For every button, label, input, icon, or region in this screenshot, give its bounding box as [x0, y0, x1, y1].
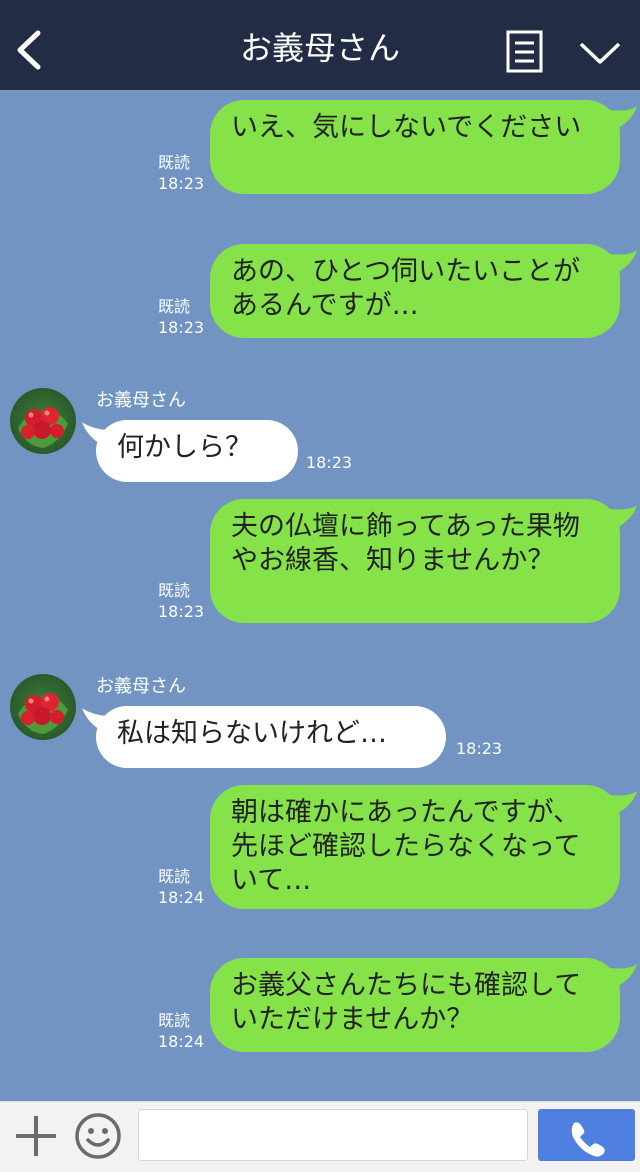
- sender-name: お義母さん: [96, 676, 186, 697]
- emoji-button[interactable]: [74, 1112, 122, 1160]
- message-time: 18:23: [158, 318, 205, 337]
- bubble-tail: [610, 964, 637, 988]
- contact-avatar[interactable]: [10, 388, 76, 454]
- message-time: 18:24: [158, 888, 205, 907]
- message-bubble[interactable]: 私は知らないけれど…: [96, 706, 446, 768]
- plus-icon: [16, 1116, 56, 1156]
- bubble-tail: [610, 250, 637, 274]
- message-bubble[interactable]: 夫の仏壇に飾ってあった果物やお線香、知りませんか？: [210, 499, 620, 623]
- chat-header: お義母さん: [0, 0, 640, 90]
- bubble-tail: [610, 106, 637, 130]
- phone-icon: [571, 1122, 605, 1157]
- notes-menu-icon: [506, 30, 543, 73]
- message-time: 18:23: [456, 739, 503, 758]
- message-time: 18:23: [158, 602, 205, 621]
- contact-avatar[interactable]: [10, 674, 76, 740]
- message-bubble[interactable]: あの、ひとつ伺いたいことがあるんですが…: [210, 244, 620, 338]
- message-bubble[interactable]: 何かしら？: [96, 420, 298, 482]
- chat-title: お義母さん: [239, 29, 400, 67]
- berries-icon: [18, 693, 68, 734]
- read-status: 既読 18:23: [158, 152, 208, 194]
- message-bubble[interactable]: いえ、気にしないでください: [210, 100, 620, 194]
- read-label: 既読: [158, 581, 191, 600]
- call-button[interactable]: [538, 1109, 635, 1161]
- chevron-down-icon: [579, 42, 621, 64]
- sender-name: お義母さん: [96, 390, 186, 411]
- read-status: 既読 18:23: [158, 296, 208, 338]
- read-status: 既読 18:23: [158, 580, 208, 622]
- read-label: 既読: [158, 153, 191, 172]
- message-time: 18:23: [158, 174, 205, 193]
- notes-menu-button[interactable]: [506, 30, 543, 73]
- add-attachment-button[interactable]: [14, 1114, 58, 1158]
- read-label: 既読: [158, 1011, 191, 1030]
- message-bubble[interactable]: 朝は確かにあったんですが、先ほど確認したらなくなっていて…: [210, 785, 620, 909]
- more-options-button[interactable]: [578, 40, 622, 66]
- message-time: 18:23: [306, 453, 353, 472]
- read-label: 既読: [158, 867, 191, 886]
- berries-icon: [18, 407, 68, 448]
- read-label: 既読: [158, 297, 191, 316]
- read-status: 既読 18:24: [158, 1010, 208, 1052]
- input-bar: [0, 1101, 640, 1172]
- bubble-tail: [610, 505, 637, 529]
- message-bubble[interactable]: お義父さんたちにも確認していただけませんか？: [210, 958, 620, 1052]
- emoji-icon: [75, 1113, 121, 1159]
- bubble-tail: [610, 791, 637, 815]
- message-time: 18:24: [158, 1032, 205, 1051]
- message-input[interactable]: [138, 1109, 528, 1161]
- read-status: 既読 18:24: [158, 866, 208, 908]
